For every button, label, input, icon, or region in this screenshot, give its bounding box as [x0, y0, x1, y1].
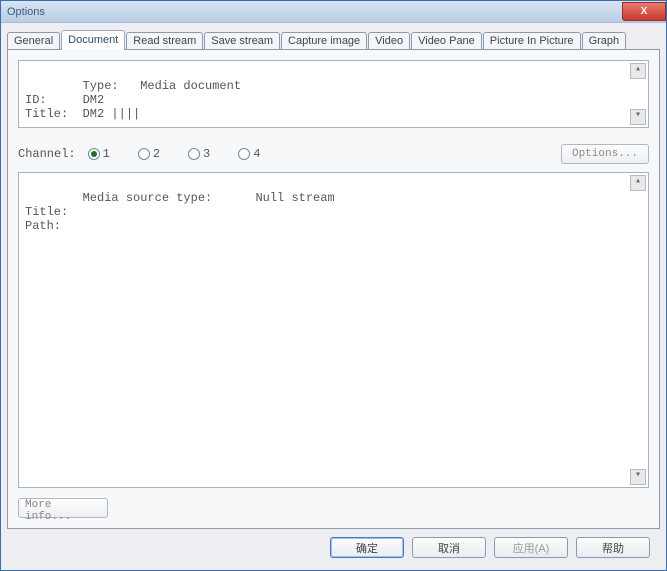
- document-info-box: Type: Media document ID: DM2 Title: DM2 …: [18, 60, 649, 128]
- channel-radio-2[interactable]: 2: [138, 147, 160, 161]
- tab-read-stream[interactable]: Read stream: [126, 32, 203, 49]
- help-button[interactable]: 帮助: [576, 537, 650, 558]
- document-info-text: Type: Media document ID: DM2 Title: DM2 …: [25, 79, 241, 121]
- tab-capture-image[interactable]: Capture image: [281, 32, 367, 49]
- radio-icon: [88, 148, 100, 160]
- channel-radio-3[interactable]: 3: [188, 147, 210, 161]
- tab-picture-in-picture[interactable]: Picture In Picture: [483, 32, 581, 49]
- channel-radio-group: 1 2 3 4: [88, 147, 261, 161]
- cancel-button[interactable]: 取消: [412, 537, 486, 558]
- radio-icon: [188, 148, 200, 160]
- more-info-button[interactable]: More info...: [18, 498, 108, 518]
- close-button[interactable]: X: [622, 2, 666, 21]
- radio-label: 4: [253, 147, 260, 161]
- tab-strip: General Document Read stream Save stream…: [7, 29, 660, 49]
- client-area: General Document Read stream Save stream…: [1, 23, 666, 570]
- stream-info-box: Media source type: Null stream Title: Pa…: [18, 172, 649, 488]
- scroll-up-icon[interactable]: ▴: [630, 63, 646, 79]
- radio-icon: [238, 148, 250, 160]
- tab-video-pane[interactable]: Video Pane: [411, 32, 482, 49]
- apply-button[interactable]: 应用(A): [494, 537, 568, 558]
- scroll-down-icon[interactable]: ▾: [630, 109, 646, 125]
- radio-label: 1: [103, 147, 110, 161]
- channel-options-button[interactable]: Options...: [561, 144, 649, 164]
- close-icon: X: [641, 6, 648, 17]
- ok-button[interactable]: 确定: [330, 537, 404, 558]
- channel-radio-4[interactable]: 4: [238, 147, 260, 161]
- window-title: Options: [7, 6, 45, 18]
- stream-info-text: Media source type: Null stream Title: Pa…: [25, 191, 335, 233]
- dialog-button-bar: 确定 取消 应用(A) 帮助: [7, 529, 660, 564]
- tab-video[interactable]: Video: [368, 32, 410, 49]
- tab-page-document: Type: Media document ID: DM2 Title: DM2 …: [7, 49, 660, 529]
- tab-graph[interactable]: Graph: [582, 32, 627, 49]
- tab-document[interactable]: Document: [61, 30, 125, 50]
- radio-icon: [138, 148, 150, 160]
- channel-radio-1[interactable]: 1: [88, 147, 110, 161]
- channel-row: Channel: 1 2 3: [18, 144, 649, 164]
- scroll-down-icon[interactable]: ▾: [630, 469, 646, 485]
- radio-label: 3: [203, 147, 210, 161]
- options-dialog: Options X General Document Read stream S…: [0, 0, 667, 571]
- scroll-up-icon[interactable]: ▴: [630, 175, 646, 191]
- radio-label: 2: [153, 147, 160, 161]
- tab-save-stream[interactable]: Save stream: [204, 32, 280, 49]
- tab-general[interactable]: General: [7, 32, 60, 49]
- titlebar: Options X: [1, 1, 666, 23]
